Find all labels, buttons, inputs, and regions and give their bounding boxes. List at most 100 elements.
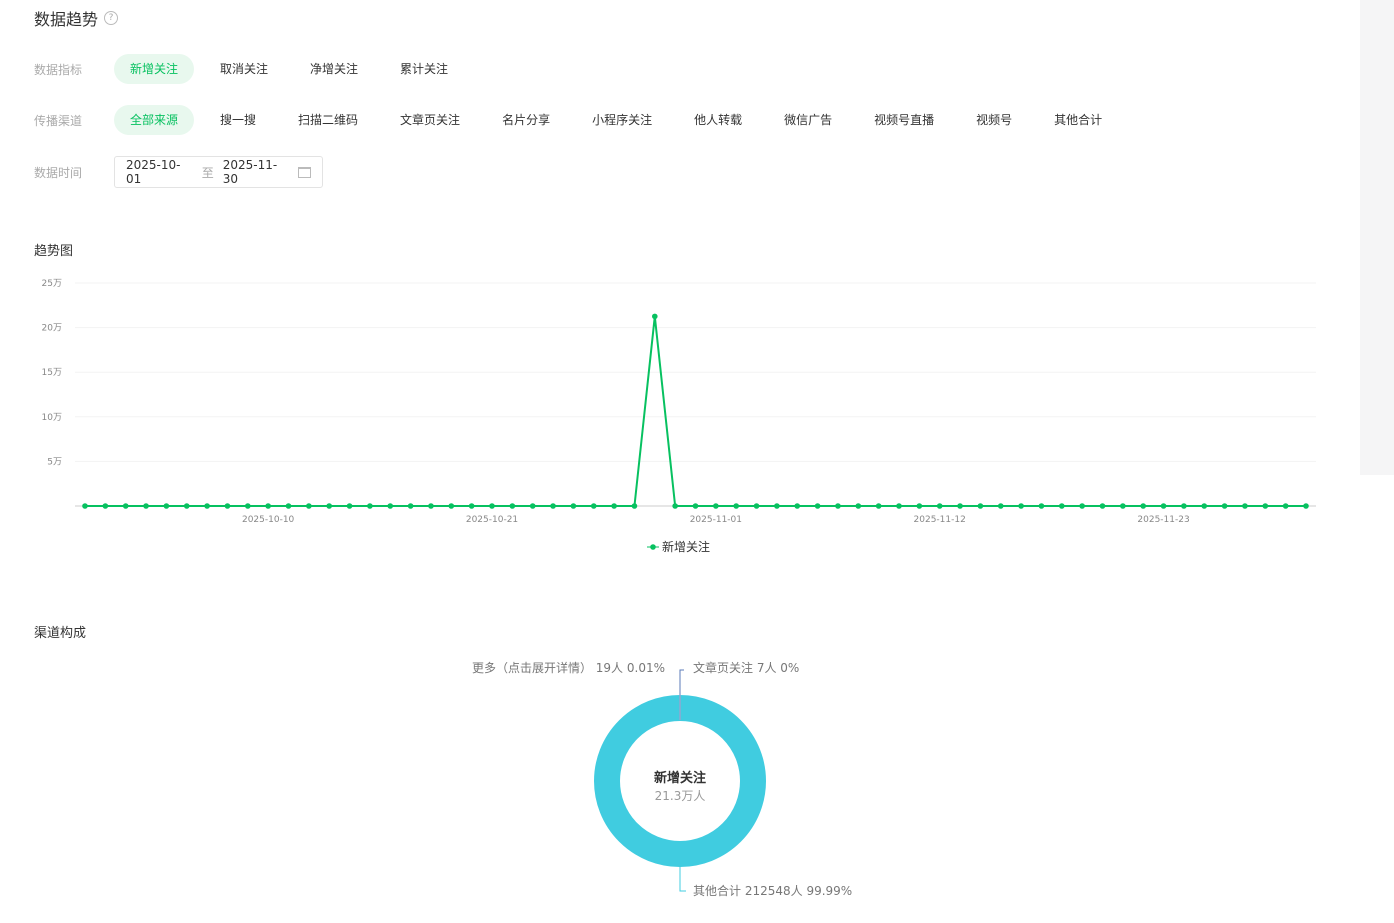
data-point <box>163 503 170 509</box>
channel-row: 传播渠道 全部来源 搜一搜 扫描二维码 文章页关注 名片分享 小程序关注 他人转载 微信广告视… <box>34 105 1128 135</box>
data-point <box>285 503 292 509</box>
channel-option[interactable]: 视频号直播 <box>858 105 950 135</box>
data-point <box>407 503 414 509</box>
data-point <box>774 503 780 509</box>
y-tick-label: 5万 <box>47 457 62 467</box>
data-point <box>1282 503 1289 509</box>
start-date[interactable]: 2025-10-01 <box>126 158 193 186</box>
data-point <box>448 503 455 509</box>
data-point <box>1221 503 1228 509</box>
x-tick-label: 2025-11-12 <box>914 515 966 525</box>
data-point <box>652 313 658 320</box>
channel-option[interactable]: 全部来源 <box>114 105 195 135</box>
time-row: 数据时间 2025-10-01 至 2025-11-30 <box>34 156 323 188</box>
data-point <box>224 503 231 509</box>
data-point <box>1303 503 1309 509</box>
data-point <box>672 503 678 509</box>
data-point <box>122 503 129 509</box>
channel-option[interactable]: 名片分享 <box>486 105 566 135</box>
x-tick-label: 2025-10-21 <box>466 515 518 525</box>
data-point <box>896 503 902 509</box>
data-point <box>692 503 699 509</box>
page-title: 数据趋势? <box>34 6 119 30</box>
data-point <box>916 503 923 509</box>
channel-option[interactable]: 微信广告 <box>768 105 848 135</box>
data-point <box>611 503 617 509</box>
x-tick-label: 2025-11-01 <box>690 515 742 525</box>
channel-option[interactable]: 搜一搜 <box>204 105 272 135</box>
series-line <box>85 316 1306 507</box>
data-point <box>102 503 109 509</box>
help-icon[interactable]: ? <box>104 11 119 25</box>
legend-marker <box>650 544 656 550</box>
data-point <box>1099 503 1106 509</box>
data-point <box>428 503 434 509</box>
x-tick-label: 2025-10-10 <box>242 515 295 525</box>
trend-title: 趋势图 <box>34 244 74 259</box>
data-point <box>346 503 353 509</box>
time-label: 数据时间 <box>34 165 83 180</box>
data-point <box>550 503 556 509</box>
channel-option[interactable]: 视频号 <box>960 105 1028 135</box>
data-point <box>936 503 943 509</box>
metric-option[interactable]: 净增关注 <box>294 54 374 84</box>
channel-option[interactable]: 文章页关注 <box>384 105 476 135</box>
legend-label: 新增关注 <box>662 539 710 554</box>
data-point <box>183 503 190 509</box>
data-point <box>631 503 638 509</box>
data-point <box>306 503 312 509</box>
data-point <box>1059 503 1065 509</box>
calendar-icon[interactable] <box>298 166 312 178</box>
data-point <box>529 503 536 509</box>
data-point <box>387 503 394 509</box>
data-point <box>509 503 516 509</box>
data-point <box>590 503 597 509</box>
data-point <box>1181 503 1187 509</box>
data-point <box>570 503 577 509</box>
data-point <box>367 503 373 509</box>
metric-label: 数据指标 <box>34 62 83 77</box>
data-point <box>835 503 841 509</box>
channel-option[interactable]: 他人转载 <box>678 105 758 135</box>
data-point <box>753 503 760 509</box>
metric-option[interactable]: 累计关注 <box>384 54 464 84</box>
data-point <box>143 503 149 509</box>
metric-row: 数据指标 新增关注 取消关注 净增关注 累计关注 <box>34 54 474 84</box>
x-tick-label: 2025-11-23 <box>1137 515 1189 525</box>
channel-option[interactable]: 其他合计 <box>1038 105 1118 135</box>
data-point <box>204 503 210 509</box>
channel-donut-chart: 更多（点击展开详情） 19人 0.01% 文章页关注 7人 0% 其他合计 2125… <box>472 660 852 898</box>
data-point <box>875 503 882 509</box>
channel-option[interactable]: 小程序关注 <box>576 105 668 135</box>
y-tick-label: 10万 <box>42 413 62 423</box>
metric-option[interactable]: 新增关注 <box>114 54 195 84</box>
y-tick-label: 15万 <box>42 368 62 378</box>
donut-center-title: 新增关注 <box>654 770 706 786</box>
donut-center-value: 21.3万人 <box>655 789 706 803</box>
data-point <box>82 503 88 509</box>
title-text: 数据趋势 <box>34 10 99 29</box>
data-point <box>977 503 984 509</box>
data-point <box>1079 503 1085 509</box>
data-point <box>733 503 739 509</box>
date-separator: 至 <box>201 165 214 180</box>
data-point <box>713 503 719 509</box>
data-point <box>1038 503 1045 509</box>
data-point <box>326 503 333 509</box>
y-tick-label: 25万 <box>42 279 62 289</box>
date-range-picker[interactable]: 2025-10-01 至 2025-11-30 <box>114 156 323 188</box>
data-point <box>1160 503 1167 509</box>
data-point <box>265 503 271 509</box>
data-point <box>997 503 1004 509</box>
data-point <box>855 503 862 509</box>
data-point <box>489 503 495 509</box>
slice-label: 更多（点击展开详情） 19人 0.01% <box>472 660 665 675</box>
channel-option[interactable]: 扫描二维码 <box>282 105 374 135</box>
data-point <box>814 503 821 509</box>
data-point <box>1120 503 1126 509</box>
metric-option[interactable]: 取消关注 <box>204 54 284 84</box>
data-point <box>1018 503 1024 509</box>
y-tick-label: 20万 <box>42 324 62 334</box>
end-date[interactable]: 2025-11-30 <box>223 158 290 186</box>
slice-label: 其他合计 212548人 99.99% <box>693 883 852 898</box>
